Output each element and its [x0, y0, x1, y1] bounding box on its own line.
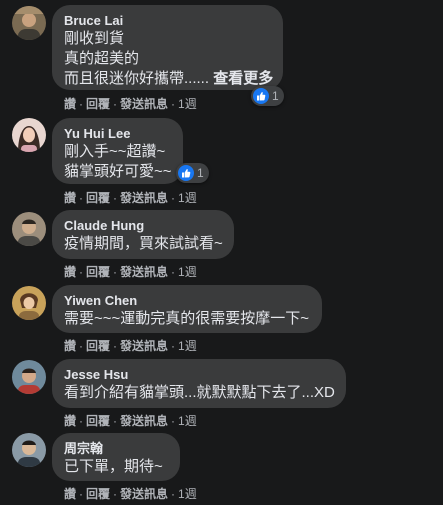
send-message-link[interactable]: 發送訊息 — [120, 191, 168, 205]
send-message-link[interactable]: 發送訊息 — [120, 265, 168, 279]
comment-text: 疫情期間，買來試試看~ — [64, 235, 223, 252]
like-action-link[interactable]: 讚 — [64, 487, 76, 501]
send-message-link[interactable]: 發送訊息 — [120, 487, 168, 501]
comment-author[interactable]: 周宗翰 — [64, 440, 168, 457]
reply-action-link[interactable]: 回覆 — [86, 265, 110, 279]
comment-bubble: Bruce Lai 剛收到貨 真的超美的 而且很迷你好攜帶...... 查看更多 — [52, 5, 283, 90]
comment-timestamp[interactable]: 1週 — [178, 487, 197, 501]
like-action-link[interactable]: 讚 — [64, 265, 76, 279]
comment-bubble: Jesse Hsu 看到介紹有貓掌頭...就默默點下去了...XD — [52, 359, 346, 408]
comment-actions: 讚 · 回覆 · 發送訊息 · 1週 — [64, 191, 197, 205]
reaction-badge[interactable]: 1 — [251, 86, 284, 106]
reply-action-link[interactable]: 回覆 — [86, 97, 110, 111]
avatar[interactable] — [12, 212, 46, 246]
comment-text: 而且很迷你好攜帶...... 查看更多 — [64, 69, 273, 89]
like-action-link[interactable]: 讚 — [64, 414, 76, 428]
comment-actions: 讚 · 回覆 · 發送訊息 · 1週 — [64, 265, 197, 279]
avatar[interactable] — [12, 433, 46, 467]
see-more-link[interactable]: 查看更多 — [213, 70, 273, 87]
reaction-count: 1 — [197, 166, 204, 180]
like-icon — [253, 88, 269, 104]
comment-timestamp[interactable]: 1週 — [178, 414, 197, 428]
send-message-link[interactable]: 發送訊息 — [120, 339, 168, 353]
comment-bubble: Yu Hui Lee 剛入手~~超讚~ 貓掌頭好可愛~~ — [52, 118, 183, 184]
comment-timestamp[interactable]: 1週 — [178, 339, 197, 353]
send-message-link[interactable]: 發送訊息 — [120, 97, 168, 111]
comment-text: 看到介紹有貓掌頭...就默默點下去了...XD — [64, 384, 335, 401]
comment-bubble: Yiwen Chen 需要~~~運動完真的很需要按摩一下~ — [52, 285, 322, 333]
reply-action-link[interactable]: 回覆 — [86, 191, 110, 205]
reply-action-link[interactable]: 回覆 — [86, 414, 110, 428]
comment-text: 真的超美的 — [64, 50, 140, 67]
like-action-link[interactable]: 讚 — [64, 97, 76, 111]
comment-timestamp[interactable]: 1週 — [178, 97, 197, 111]
comment-text-fragment: 而且很迷你好攜帶...... — [64, 70, 210, 87]
like-action-link[interactable]: 讚 — [64, 191, 76, 205]
comment-text: 剛收到貨 — [64, 30, 125, 47]
comment-bubble: 周宗翰 已下單，期待~ — [52, 433, 180, 481]
comment-text: 剛入手~~超讚~ — [64, 143, 166, 160]
reply-action-link[interactable]: 回覆 — [86, 339, 110, 353]
comment-text: 需要~~~運動完真的很需要按摩一下~ — [64, 310, 310, 327]
avatar[interactable] — [12, 360, 46, 394]
comment-bubble: Claude Hung 疫情期間，買來試試看~ — [52, 210, 234, 259]
comment-actions: 讚 · 回覆 · 發送訊息 · 1週 — [64, 339, 197, 353]
comment-actions: 讚 · 回覆 · 發送訊息 · 1週 — [64, 414, 197, 428]
like-icon — [178, 165, 194, 181]
comment-author[interactable]: Claude Hung — [64, 217, 222, 234]
avatar[interactable] — [12, 118, 46, 152]
comment-timestamp[interactable]: 1週 — [178, 265, 197, 279]
reply-action-link[interactable]: 回覆 — [86, 487, 110, 501]
like-action-link[interactable]: 讚 — [64, 339, 76, 353]
avatar[interactable] — [12, 286, 46, 320]
reaction-badge[interactable]: 1 — [176, 163, 209, 183]
avatar[interactable] — [12, 6, 46, 40]
comment-author[interactable]: Jesse Hsu — [64, 366, 334, 383]
send-message-link[interactable]: 發送訊息 — [120, 414, 168, 428]
comment-text: 貓掌頭好可愛~~ — [64, 163, 172, 180]
comment-author[interactable]: Yiwen Chen — [64, 292, 310, 309]
comment-timestamp[interactable]: 1週 — [178, 191, 197, 205]
reaction-count: 1 — [272, 89, 279, 103]
comment-actions: 讚 · 回覆 · 發送訊息 · 1週 — [64, 487, 197, 501]
comment-author[interactable]: Yu Hui Lee — [64, 125, 171, 142]
comment-actions: 讚 · 回覆 · 發送訊息 · 1週 — [64, 97, 197, 111]
comment-author[interactable]: Bruce Lai — [64, 12, 271, 29]
comment-text: 已下單，期待~ — [64, 458, 163, 475]
